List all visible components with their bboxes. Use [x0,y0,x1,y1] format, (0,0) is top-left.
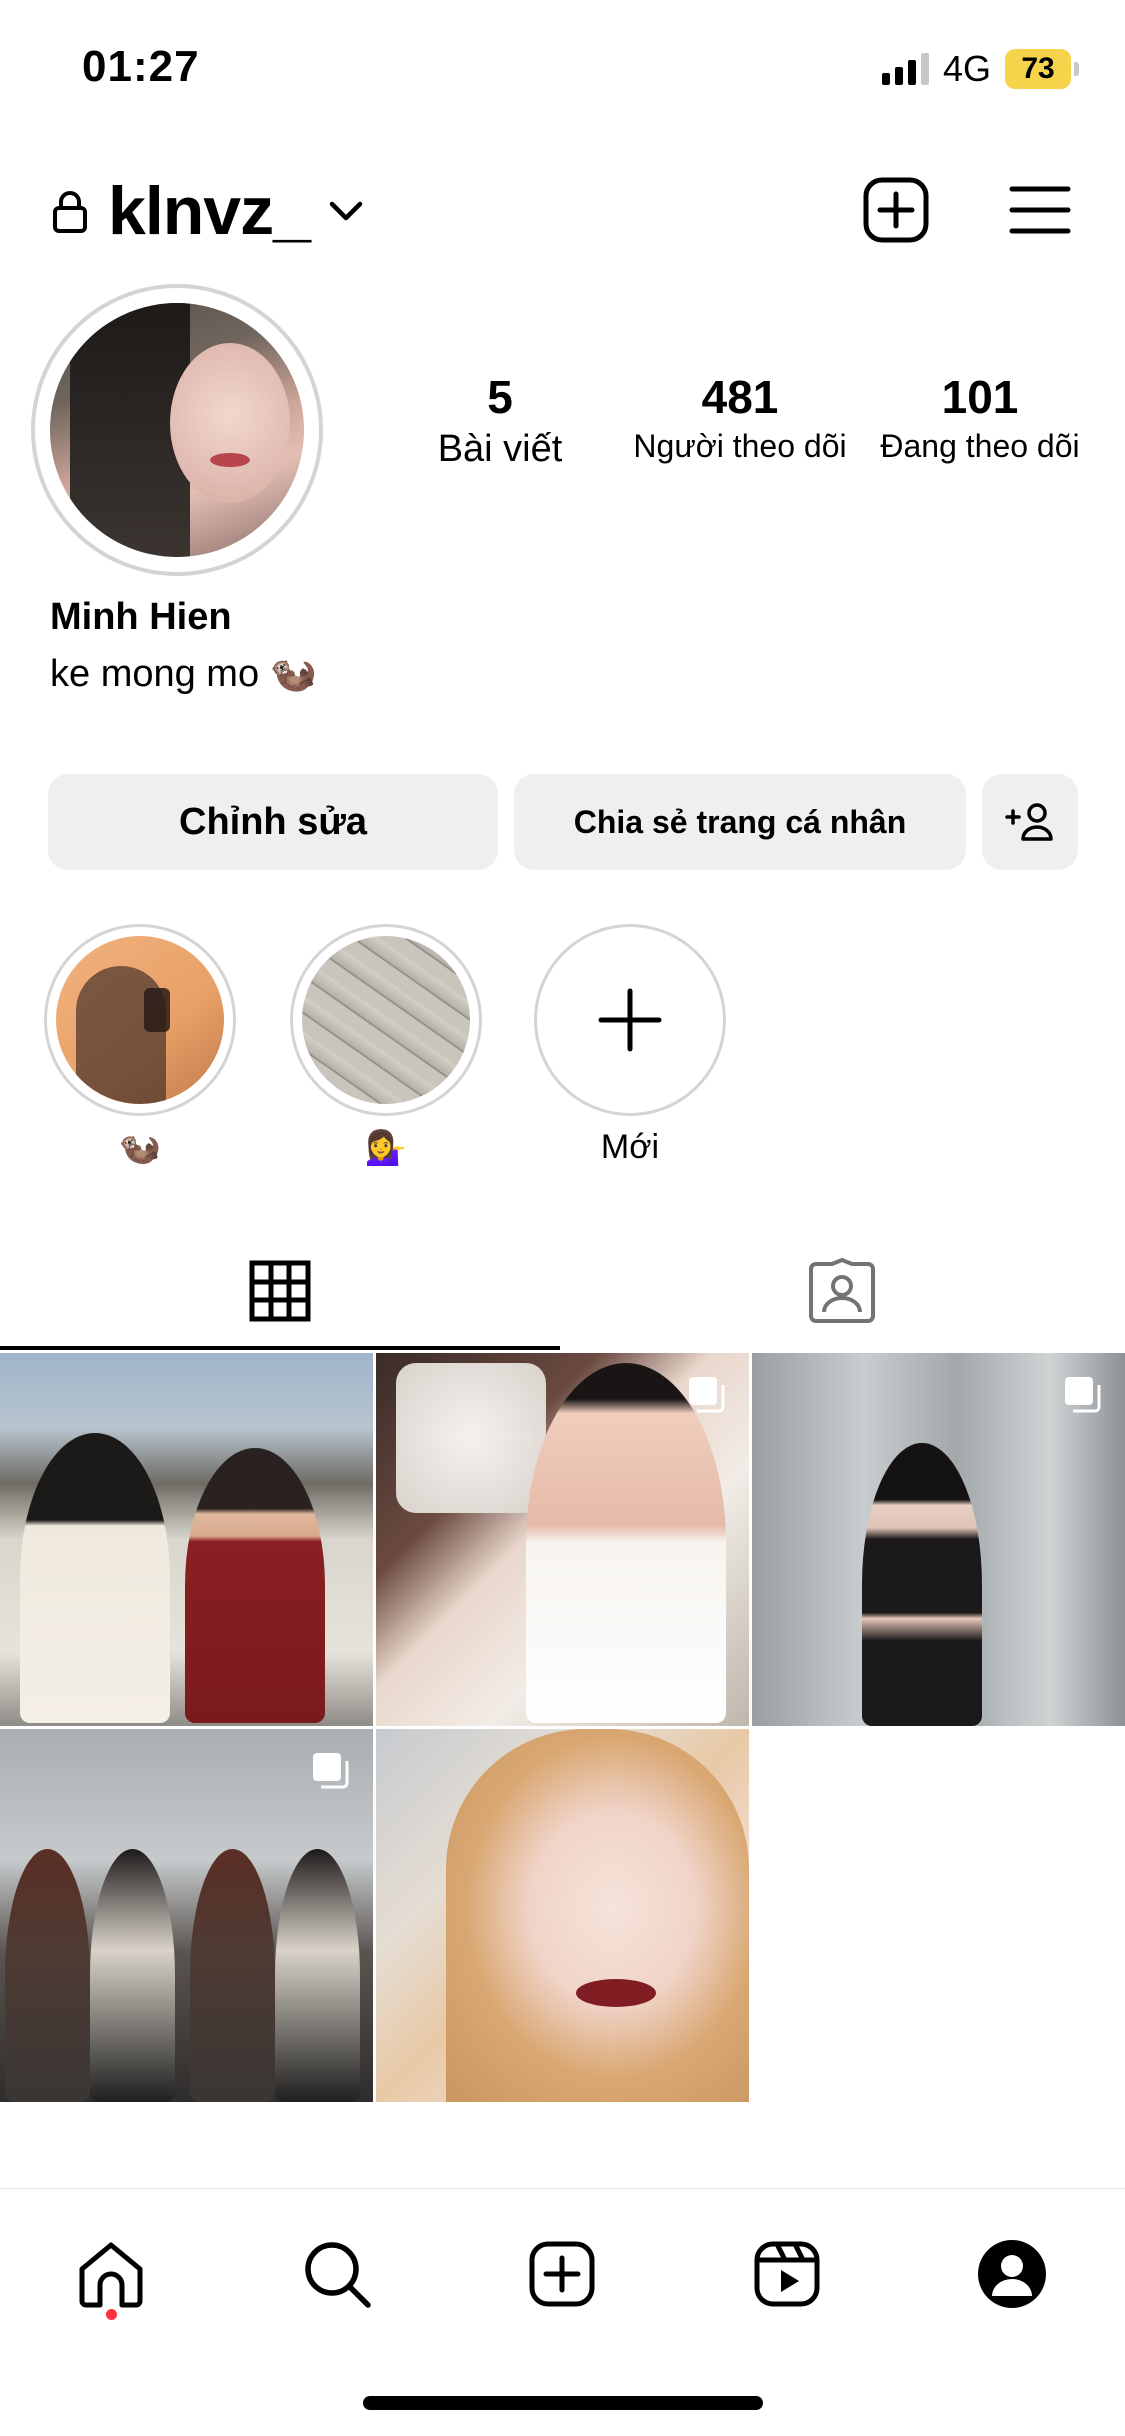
profile-header: klnvz_ [0,160,1125,260]
highlight-label: Mới [600,1128,660,1166]
following-count[interactable]: 101 Đang theo dõi [860,370,1100,465]
home-icon [79,2242,143,2308]
highlight-label: 🦦 [118,1129,162,1167]
followers-count[interactable]: 481 Người theo dõi [620,370,860,465]
post-thumbnail[interactable] [376,1353,749,1726]
new-highlight-button[interactable]: Mới [532,924,728,1172]
home-indicator [363,2396,763,2410]
chevron-down-icon[interactable] [326,196,366,226]
status-indicators: 4G 73 [881,48,1079,90]
followers-label: Người theo dõi [633,428,847,464]
post-thumbnail[interactable] [376,1729,749,2102]
avatar-ring[interactable] [31,284,323,576]
create-post-icon [863,177,929,243]
battery-level: 73 [1005,49,1071,89]
post-thumbnail[interactable] [0,1729,373,2102]
edit-profile-button[interactable]: Chỉnh sửa [48,774,498,870]
add-user-icon [1005,803,1053,841]
status-bar: 01:27 4G 73 [0,0,1125,140]
posts-number: 5 [487,371,513,423]
post-thumbnail[interactable] [752,1353,1125,1726]
create-post-button[interactable] [860,174,932,246]
highlight-item[interactable]: 💁‍♀️ [288,924,484,1172]
following-number: 101 [941,371,1019,423]
nav-create[interactable] [517,2229,607,2319]
nav-profile[interactable] [967,2229,1057,2319]
lock-icon [53,191,87,233]
highlight-cover [56,936,224,1104]
carousel-icon [313,1753,349,1789]
profile-tabs [0,1236,1125,1350]
create-icon [529,2241,595,2307]
highlight-cover [302,936,470,1104]
tab-tagged[interactable] [562,1236,1122,1346]
menu-button[interactable] [1004,174,1076,246]
posts-label: Bài viết [437,428,563,470]
search-icon [305,2242,371,2308]
status-time: 01:27 [82,42,200,91]
highlight-ring [290,924,482,1116]
post-thumbnail[interactable] [0,1353,373,1726]
highlight-label: 💁‍♀️ [364,1129,408,1167]
profile-name: Minh Hien [50,596,232,638]
share-profile-button[interactable]: Chia sẻ trang cá nhân [514,774,966,870]
tab-posts-grid[interactable] [0,1236,560,1346]
profile-bio: ke mong mo 🦦 [50,653,317,695]
discover-people-button[interactable] [982,774,1078,870]
carousel-icon [689,1377,725,1413]
reels-icon [754,2241,820,2307]
following-label: Đang theo dõi [880,428,1080,464]
avatar [50,303,304,557]
grid-icon [249,1260,311,1322]
menu-icon [1009,186,1071,234]
nav-home[interactable] [66,2229,156,2319]
tagged-icon [809,1258,875,1323]
profile-icon [978,2240,1046,2308]
username[interactable]: klnvz_ [108,172,311,250]
highlight-ring [44,924,236,1116]
posts-count[interactable]: 5 Bài viết [380,370,620,471]
network-type: 4G [942,48,991,89]
nav-reels[interactable] [742,2229,832,2319]
signal-icon [881,53,929,85]
notification-dot [106,2309,117,2320]
followers-number: 481 [701,371,779,423]
highlight-ring [534,924,726,1116]
active-tab-indicator [0,1346,560,1350]
highlight-item[interactable]: 🦦 [42,924,238,1172]
plus-icon [598,988,662,1052]
nav-search[interactable] [292,2229,382,2319]
battery-icon: 73 [1005,49,1079,89]
carousel-icon [1065,1377,1101,1413]
